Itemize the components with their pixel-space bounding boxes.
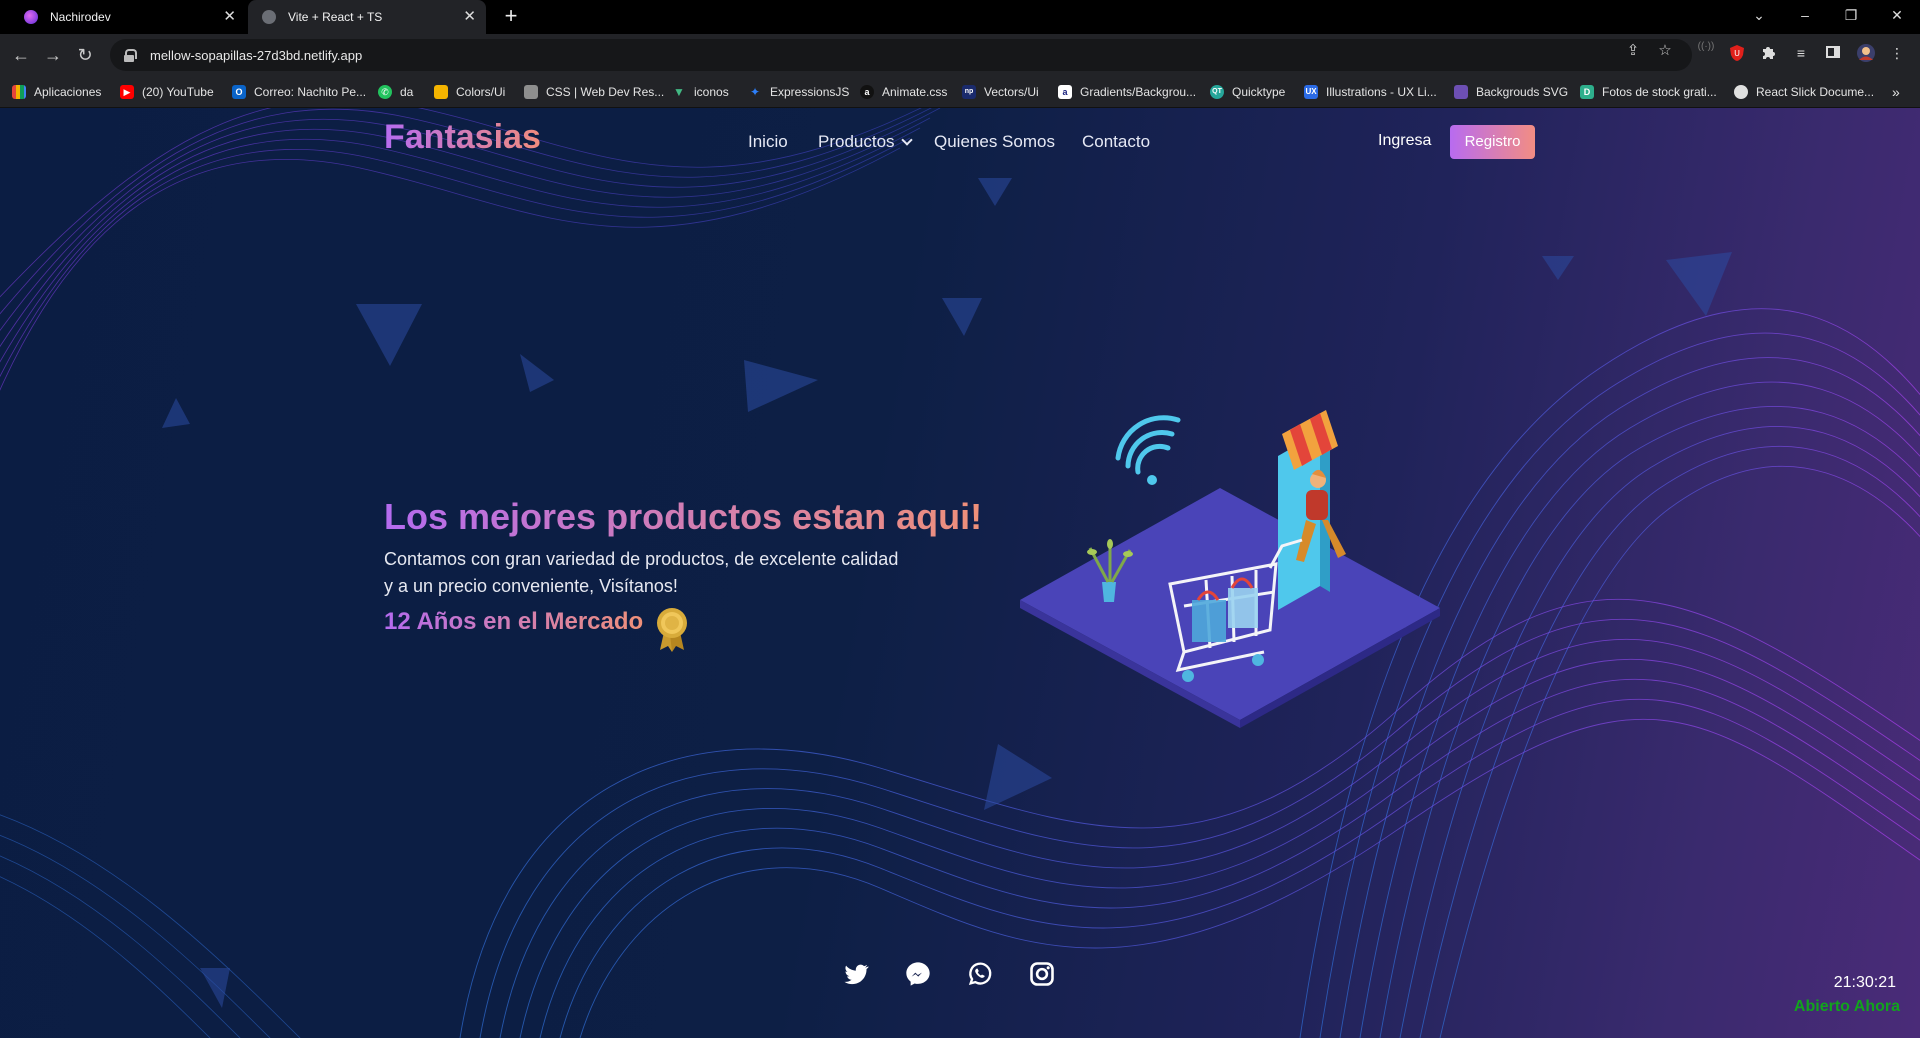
bookmark-da[interactable]: ✆ da [378, 82, 413, 102]
minimize-button[interactable]: – [1782, 0, 1828, 30]
hero-subtitle-line-2: y a un precio conveniente, Visítanos! [384, 576, 678, 596]
nav-productos-label: Productos [818, 132, 895, 151]
bookmark-react-slick[interactable]: React Slick Docume... [1734, 82, 1874, 102]
bookmarks-bar: Aplicaciones ▶ (20) YouTube O Correo: Na… [0, 76, 1920, 108]
bookmark-gradients[interactable]: a Gradients/Backgrou... [1058, 82, 1196, 102]
share-icon[interactable]: ⇪ [1624, 42, 1642, 60]
stock-photo-icon: D [1580, 85, 1594, 99]
tab-title: Nachirodev [50, 10, 111, 24]
messenger-icon[interactable] [904, 960, 932, 988]
bookmark-css-webdev[interactable]: CSS | Web Dev Res... [524, 82, 664, 102]
brand-logo[interactable]: Fantasias [384, 118, 541, 157]
browser-toolbar: ← → ↻ mellow-sopapillas-27d3bd.netlify.a… [0, 34, 1920, 76]
reload-icon[interactable]: ↻ [72, 42, 98, 68]
tab-nachirodev[interactable]: Nachirodev ✕ [10, 0, 246, 34]
bookmark-aplicaciones[interactable]: Aplicaciones [12, 82, 101, 102]
open-status: Abierto Ahora [1793, 998, 1900, 1015]
css-icon [524, 85, 538, 99]
ux-icon: UX [1304, 85, 1318, 99]
landing-page: Fantasias Inicio Productos Quienes Somos… [0, 108, 1920, 1038]
browser-tab-bar: Nachirodev ✕ Vite + React + TS ✕ + ⌄ – ❐… [0, 0, 1920, 34]
twitter-icon[interactable] [842, 960, 870, 988]
quicktype-icon: QT [1210, 85, 1224, 99]
tab-search-icon[interactable]: ⌄ [1736, 0, 1782, 30]
outlook-icon: O [232, 85, 246, 99]
instagram-icon[interactable] [1028, 960, 1056, 988]
bookmark-fotos-stock[interactable]: D Fotos de stock grati... [1580, 82, 1717, 102]
whatsapp-icon[interactable] [966, 960, 994, 988]
nachirodev-favicon-icon [24, 10, 38, 24]
bookmark-correo[interactable]: O Correo: Nachito Pe... [232, 82, 366, 102]
svg-bg-icon [1454, 85, 1468, 99]
bookmark-youtube[interactable]: ▶ (20) YouTube [120, 82, 214, 102]
extensions-puzzle-icon[interactable] [1760, 44, 1778, 62]
bookmark-backgrouds-svg[interactable]: Backgrouds SVG [1454, 82, 1568, 102]
address-url: mellow-sopapillas-27d3bd.netlify.app [150, 47, 363, 63]
apps-grid-icon [12, 85, 26, 99]
nav-productos[interactable]: Productos [818, 132, 913, 152]
bookmark-expressionsjs[interactable]: ✦ ExpressionsJS [748, 82, 849, 102]
bookmark-star-icon[interactable]: ☆ [1656, 42, 1674, 60]
back-arrow-icon[interactable]: ← [8, 42, 34, 68]
bookmarks-overflow-icon[interactable]: » [1892, 82, 1900, 102]
close-tab-icon[interactable]: ✕ [463, 8, 476, 25]
hero-title: Los mejores productos estan aqui! [384, 496, 983, 537]
bookmark-vectors-ui[interactable]: np Vectors/Ui [962, 82, 1039, 102]
login-link[interactable]: Ingresa [1378, 132, 1431, 150]
forward-arrow-icon[interactable]: → [40, 42, 66, 68]
wave-background [0, 108, 1920, 1038]
years-in-market: 12 Años en el Mercado [384, 608, 644, 635]
close-window-button[interactable]: ✕ [1874, 0, 1920, 30]
shopping-illustration [1020, 410, 1440, 728]
gradients-icon: a [1058, 85, 1072, 99]
animate-icon: a [860, 85, 874, 99]
lock-icon [124, 49, 137, 62]
bookmark-illustrations[interactable]: UX Illustrations - UX Li... [1304, 82, 1437, 102]
vectors-icon: np [962, 85, 976, 99]
clock: 21:30:21 [1833, 974, 1896, 991]
globe-favicon-icon [262, 10, 276, 24]
nav-inicio[interactable]: Inicio [748, 132, 788, 152]
bookmark-iconos[interactable]: ▼ iconos [672, 82, 729, 102]
register-button[interactable]: Registro [1450, 125, 1535, 159]
address-bar[interactable]: mellow-sopapillas-27d3bd.netlify.app [110, 39, 1692, 71]
tab-vite-react[interactable]: Vite + React + TS ✕ [248, 0, 486, 34]
colors-icon [434, 85, 448, 99]
browser-menu-icon[interactable]: ⋮ [1888, 44, 1906, 62]
close-tab-icon[interactable]: ✕ [223, 8, 236, 25]
nav-quienes-somos[interactable]: Quienes Somos [934, 132, 1055, 152]
media-queue-icon[interactable]: ≡ [1792, 44, 1810, 62]
vue-icon: ▼ [673, 85, 685, 99]
medal-icon [657, 608, 687, 652]
nav-contacto[interactable]: Contacto [1082, 132, 1150, 152]
restore-button[interactable]: ❐ [1828, 0, 1874, 30]
youtube-icon: ▶ [120, 85, 134, 99]
whatsapp-icon: ✆ [378, 85, 392, 99]
bookmark-colors-ui[interactable]: Colors/Ui [434, 82, 505, 102]
hero-subtitle: Contamos con gran variedad de productos,… [384, 546, 944, 600]
side-panel-icon[interactable] [1824, 44, 1842, 62]
hero-subtitle-line-1: Contamos con gran variedad de productos,… [384, 549, 899, 569]
profile-avatar[interactable] [1856, 43, 1875, 62]
bookmark-quicktype[interactable]: QT Quicktype [1210, 82, 1285, 102]
chevron-down-icon [900, 134, 913, 146]
extension-shield-icon[interactable]: U [1728, 44, 1746, 62]
new-tab-button[interactable]: + [498, 4, 524, 30]
expressions-icon: ✦ [749, 85, 761, 99]
bookmark-animate-css[interactable]: a Animate.css [860, 82, 947, 102]
svg-text:U: U [1734, 49, 1740, 58]
globe-icon [1734, 85, 1748, 99]
extension-radio-icon[interactable]: ((·)) [1697, 38, 1715, 56]
tab-title: Vite + React + TS [288, 10, 383, 24]
